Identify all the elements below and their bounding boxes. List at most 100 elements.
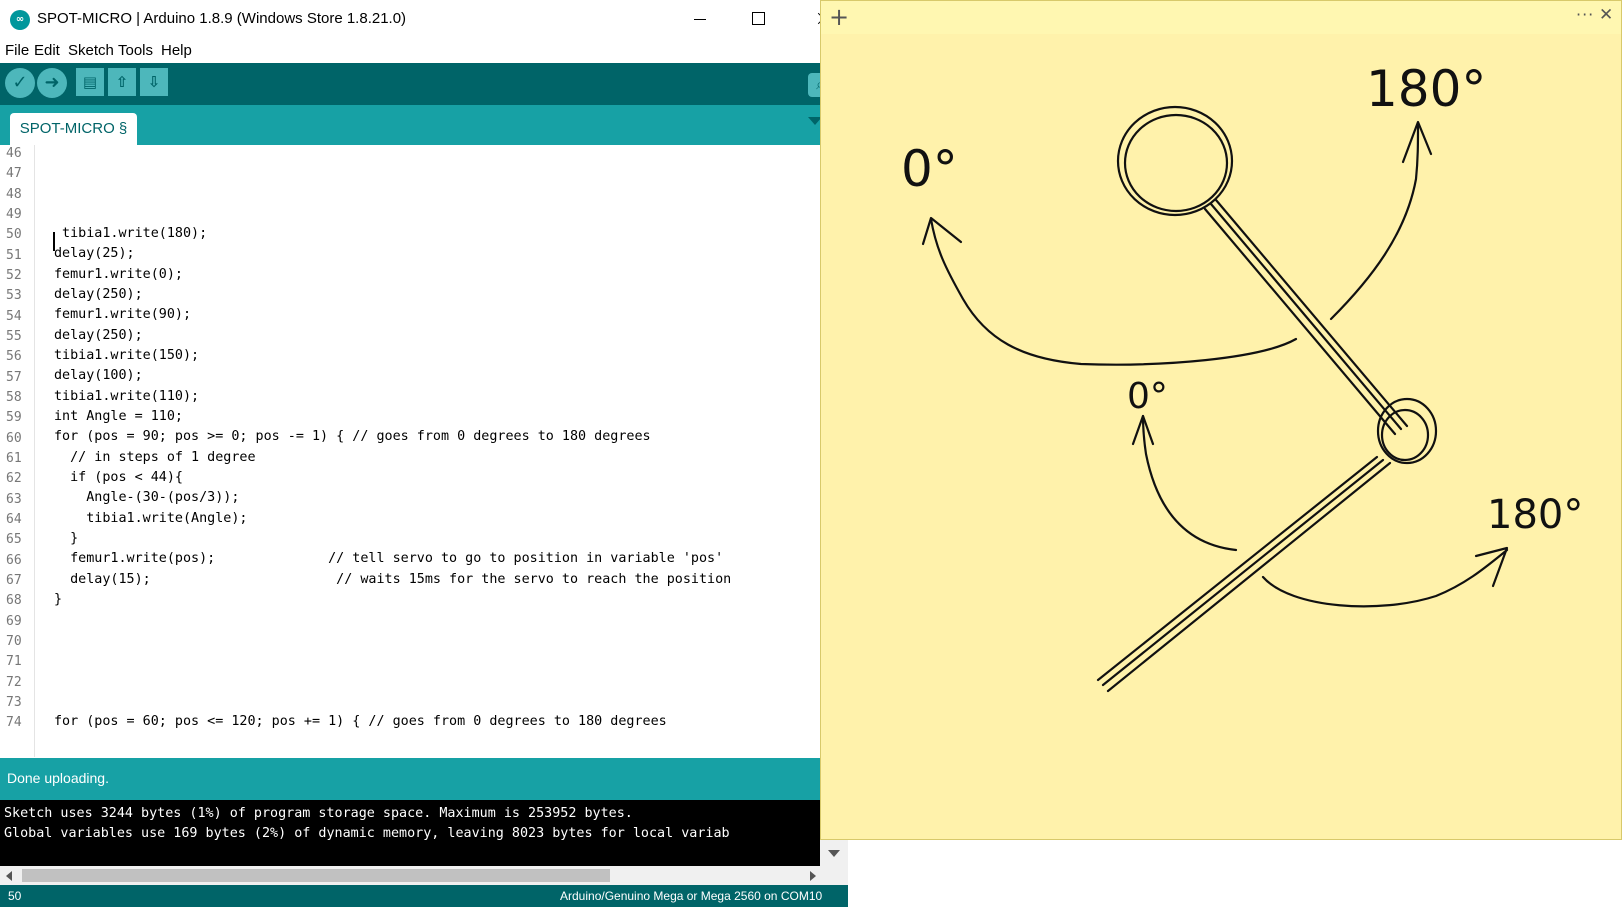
code-line: femur1.write(90); <box>54 307 192 322</box>
menu-tools[interactable]: Tools <box>118 42 153 59</box>
upper-left-arrowhead <box>921 216 963 246</box>
down-arrow-icon: ⇩ <box>147 73 161 91</box>
line-number: 71 <box>6 654 22 669</box>
line-number: 65 <box>6 532 22 547</box>
code-line: for (pos = 90; pos >= 0; pos -= 1) { // … <box>54 429 651 444</box>
console-line: Global variables use 169 bytes (2%) of d… <box>4 826 730 841</box>
lower-left-arc <box>1141 414 1238 552</box>
arduino-logo-icon: ∞ <box>10 10 30 30</box>
scroll-left-arrow-icon[interactable] <box>6 871 12 881</box>
status-message: Done uploading. <box>7 770 109 786</box>
minimize-button[interactable] <box>677 0 723 38</box>
upper-right-angle-label: 180° <box>1366 60 1486 118</box>
menu-file[interactable]: File <box>5 42 29 59</box>
lower-leg-stroke <box>1096 455 1379 682</box>
leg-angle-sketch: 0° 180° 0° 180° <box>901 60 1583 693</box>
line-number: 57 <box>6 370 22 385</box>
arduino-ide-window: ∞ SPOT-MICRO | Arduino 1.8.9 (Windows St… <box>0 0 848 907</box>
output-console[interactable]: Sketch uses 3244 bytes (1%) of program s… <box>0 800 820 866</box>
status-bar: Done uploading. <box>0 758 848 800</box>
line-number: 53 <box>6 288 22 303</box>
up-arrow-icon: ⇧ <box>115 73 129 91</box>
console-horizontal-scrollbar[interactable] <box>0 866 848 885</box>
line-number: 66 <box>6 553 22 568</box>
code-line: tibia1.write(110); <box>54 389 200 404</box>
line-number: 61 <box>6 451 22 466</box>
code-line: Angle-(30-(pos/3)); <box>54 490 240 505</box>
code-line: if (pos < 44){ <box>54 470 183 485</box>
line-number: 58 <box>6 390 22 405</box>
line-number: 73 <box>6 695 22 710</box>
menu-sketch[interactable]: Sketch <box>68 42 114 59</box>
scroll-right-arrow-icon[interactable] <box>810 871 816 881</box>
code-line: int Angle = 110; <box>54 409 183 424</box>
lower-left-angle-label: 0° <box>1127 376 1168 417</box>
code-editor[interactable]: 46 47 48 49 50 51 52 53 54 55 56 57 58 5… <box>0 145 822 757</box>
upper-leg-stroke <box>1203 207 1397 436</box>
plus-icon[interactable]: + <box>829 3 849 31</box>
title-bar: ∞ SPOT-MICRO | Arduino 1.8.9 (Windows St… <box>0 0 848 38</box>
scroll-down-arrow-icon[interactable] <box>828 850 840 857</box>
upper-right-arc <box>1329 122 1420 321</box>
line-number: 60 <box>6 431 22 446</box>
tab-spot-micro[interactable]: SPOT-MICRO § <box>10 113 137 145</box>
code-line: tibia1.write(Angle); <box>54 511 248 526</box>
line-number: 72 <box>6 675 22 690</box>
menu-edit[interactable]: Edit <box>34 42 60 59</box>
code-line: // in steps of 1 degree <box>54 450 256 465</box>
code-line: delay(15); // waits 15ms for the servo t… <box>54 572 732 587</box>
line-number: 51 <box>6 248 22 263</box>
right-arrow-icon: ➜ <box>44 72 60 93</box>
code-line: } <box>54 592 63 607</box>
line-number: 50 <box>6 227 22 242</box>
line-number: 56 <box>6 349 22 364</box>
line-number: 47 <box>6 166 22 181</box>
code-line: delay(25); <box>54 246 135 261</box>
scrollbar-thumb[interactable] <box>22 869 610 882</box>
sticky-note-header: + ··· ✕ <box>821 1 1621 34</box>
upper-leg-stroke <box>1209 202 1403 431</box>
open-sketch-button[interactable]: ⇧ <box>108 68 136 96</box>
line-number: 54 <box>6 309 22 324</box>
line-number: 68 <box>6 593 22 608</box>
line-number: 70 <box>6 634 22 649</box>
maximize-button[interactable] <box>735 0 781 38</box>
code-line: } <box>54 531 79 546</box>
lower-leg-stroke <box>1106 461 1392 693</box>
new-sketch-button[interactable]: ▤ <box>76 68 104 96</box>
line-number-gutter: 46 47 48 49 50 51 52 53 54 55 56 57 58 5… <box>0 145 35 757</box>
line-number: 63 <box>6 492 22 507</box>
lower-leg-stroke <box>1101 458 1385 687</box>
upper-leg-stroke <box>1214 198 1409 428</box>
close-icon[interactable]: ✕ <box>1599 5 1613 25</box>
tab-bar: SPOT-MICRO § <box>0 105 848 145</box>
upper-left-angle-label: 0° <box>901 140 958 198</box>
line-number: 59 <box>6 410 22 425</box>
board-port-info: Arduino/Genuino Mega or Mega 2560 on COM… <box>560 889 823 903</box>
verify-button[interactable]: ✓ <box>5 68 35 98</box>
lower-right-angle-label: 180° <box>1487 492 1583 538</box>
toolbar: ✓ ➜ ▤ ⇧ ⇩ ⌕ <box>0 63 848 105</box>
more-icon[interactable]: ··· <box>1576 5 1594 24</box>
current-line-number: 50 <box>8 889 22 903</box>
line-number: 64 <box>6 512 22 527</box>
code-line: delay(250); <box>54 287 143 302</box>
line-number: 46 <box>6 146 22 161</box>
line-number: 69 <box>6 614 22 629</box>
code-line: femur1.write(pos); // tell servo to go t… <box>54 551 724 566</box>
menu-bar: File Edit Sketch Tools Help <box>0 38 848 64</box>
window-title: SPOT-MICRO | Arduino 1.8.9 (Windows Stor… <box>37 10 407 27</box>
save-sketch-button[interactable]: ⇩ <box>140 68 168 96</box>
line-number: 49 <box>6 207 22 222</box>
line-number: 52 <box>6 268 22 283</box>
new-file-icon: ▤ <box>82 73 98 91</box>
line-number: 55 <box>6 329 22 344</box>
upload-button[interactable]: ➜ <box>37 68 67 98</box>
menu-help[interactable]: Help <box>161 42 192 59</box>
code-line: tibia1.write(180); <box>54 226 208 241</box>
line-number: 62 <box>6 471 22 486</box>
knee-joint-inner-circle <box>1380 408 1430 462</box>
code-line: for (pos = 60; pos <= 120; pos += 1) { /… <box>54 714 667 729</box>
code-line: tibia1.write(150); <box>54 348 200 363</box>
code-line: delay(100); <box>54 368 143 383</box>
